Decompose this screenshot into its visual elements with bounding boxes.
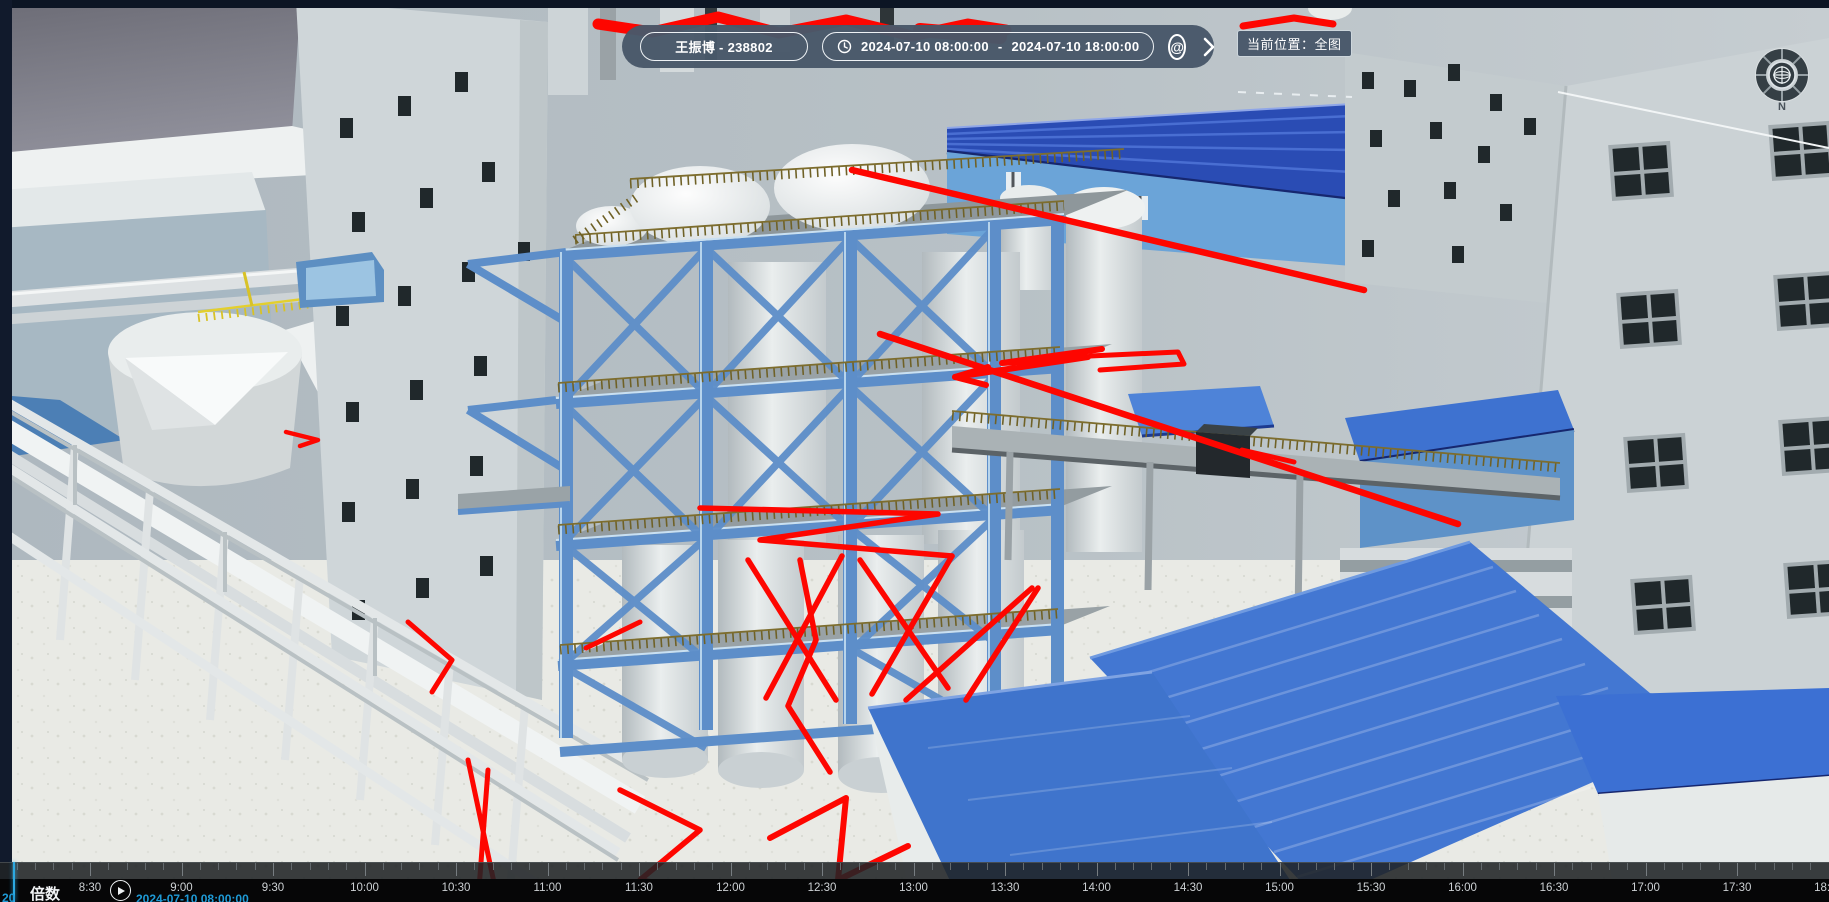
play-button[interactable] xyxy=(110,880,131,901)
person-selector[interactable]: 王振博 - 238802 xyxy=(640,32,808,61)
timeline-label: 8:30 xyxy=(79,882,101,894)
range-end: 2024-07-10 18:00:00 xyxy=(1012,39,1140,54)
clock-icon xyxy=(837,39,852,54)
personnel-tracking-playback-app: 王振博 - 238802 2024-07-10 08:00:00 - 2024-… xyxy=(0,0,1829,902)
timeline-label: 17:00 xyxy=(1631,882,1660,894)
at-circle-icon: @ xyxy=(1170,39,1184,55)
timeline-label: 13:30 xyxy=(991,882,1020,894)
timeline-label: 11:00 xyxy=(534,882,562,894)
timeline-label: 16:30 xyxy=(1540,882,1569,894)
timeline-ticks xyxy=(0,862,1829,880)
timeline-label: 13:00 xyxy=(899,882,928,894)
timeline-label: 18:00 xyxy=(1814,882,1829,894)
locate-button[interactable]: @ xyxy=(1168,34,1186,60)
timeline-label: 9:30 xyxy=(262,882,284,894)
playback-toolbar: 王振博 - 238802 2024-07-10 08:00:00 - 2024-… xyxy=(622,25,1214,68)
timeline-label: 14:00 xyxy=(1082,882,1111,894)
compass-north-label: N xyxy=(1754,101,1810,113)
timeline-label: 17:30 xyxy=(1723,882,1752,894)
speed-label: 倍数 xyxy=(30,883,60,902)
timeline-label: 12:00 xyxy=(716,882,745,894)
next-button[interactable] xyxy=(1202,37,1215,57)
timeline-labels: 8:309:009:3010:0010:3011:0011:3012:0012:… xyxy=(0,879,1829,902)
range-separator: - xyxy=(998,39,1003,54)
timeline-label: 14:30 xyxy=(1174,882,1203,894)
compass-icon xyxy=(1754,47,1810,103)
location-label: 当前位置：全图 xyxy=(1247,37,1342,52)
play-icon xyxy=(118,887,125,895)
timeline-label: 10:30 xyxy=(442,882,471,894)
3d-plant-viewport[interactable] xyxy=(0,0,1829,902)
timeline-label: 15:00 xyxy=(1265,882,1294,894)
left-edge xyxy=(0,0,12,902)
timeline-bar[interactable]: 8:309:009:3010:0010:3011:0011:3012:0012:… xyxy=(0,862,1829,902)
timeline-label: 11:30 xyxy=(625,882,653,894)
timeline-label: 10:00 xyxy=(350,882,379,894)
person-label: 王振博 - 238802 xyxy=(675,37,773,56)
compass-nav-widget[interactable] xyxy=(1754,47,1810,103)
chevron-right-icon xyxy=(1202,37,1215,57)
current-time: 2024-07-10 08:00:00 xyxy=(136,892,249,902)
time-range-picker[interactable]: 2024-07-10 08:00:00 - 2024-07-10 18:00:0… xyxy=(822,32,1154,61)
current-location-badge: 当前位置：全图 xyxy=(1237,30,1352,57)
timeline-label: 15:30 xyxy=(1357,882,1386,894)
timeline-label: 12:30 xyxy=(808,882,837,894)
top-edge xyxy=(0,0,1829,8)
speed-value[interactable]: 20 xyxy=(2,891,15,902)
range-start: 2024-07-10 08:00:00 xyxy=(861,39,989,54)
timeline-label: 16:00 xyxy=(1448,882,1477,894)
